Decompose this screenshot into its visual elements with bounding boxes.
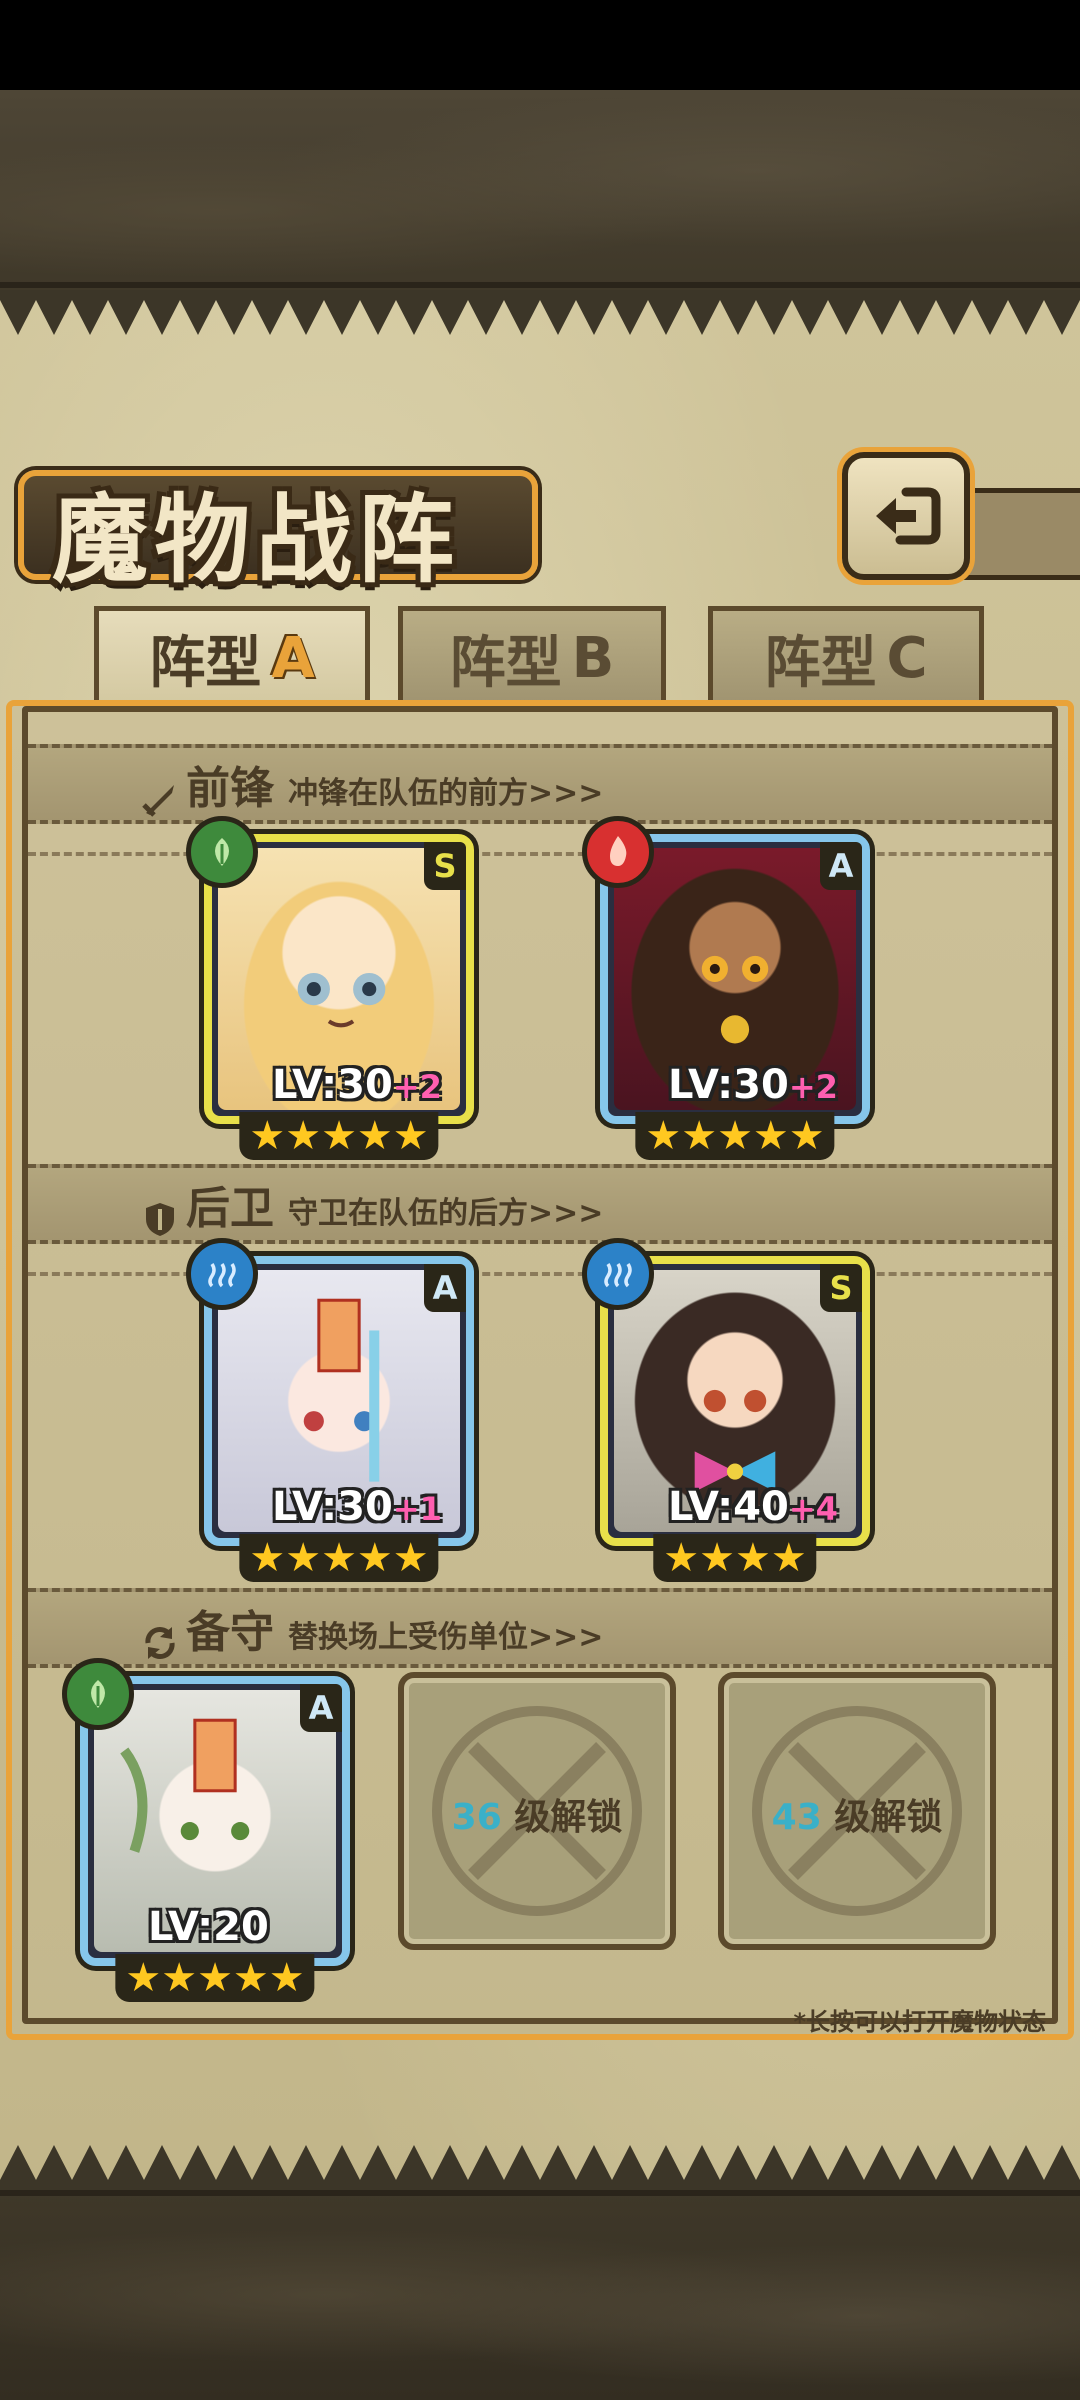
star-rating: ★★★★ xyxy=(653,1534,817,1582)
map-background-bottom xyxy=(0,2190,1080,2400)
level-bonus: +4 xyxy=(788,1490,838,1528)
panel-edge-top xyxy=(0,290,1080,335)
slot-guide xyxy=(28,852,1052,858)
sword-icon xyxy=(142,784,174,817)
tab-formation-a[interactable]: 阵型 A xyxy=(94,606,370,706)
back-arrow-icon xyxy=(876,487,941,545)
map-background-top xyxy=(0,90,1080,290)
unit-level: LV:40+4 xyxy=(668,1484,838,1530)
tab-letter: A xyxy=(271,626,315,691)
rank-badge: A xyxy=(300,1684,342,1732)
tab-label: 阵型 xyxy=(764,631,877,696)
rank-badge: A xyxy=(820,842,862,890)
locked-slot-1[interactable]: 36 级解锁 xyxy=(398,1672,676,1950)
water-element-icon xyxy=(186,1238,258,1310)
unit-level: LV:20 xyxy=(148,1904,269,1950)
unit-level: LV:30+2 xyxy=(272,1062,442,1108)
unit-card-reserve-1[interactable]: A LV:20 ★★★★★ xyxy=(62,1658,350,2002)
section-desc: 冲锋在队伍的前方>>> xyxy=(288,776,604,811)
slot-guide xyxy=(28,1272,1052,1278)
star-rating: ★★★★★ xyxy=(239,1534,439,1582)
unlock-requirement: 36 级解锁 xyxy=(451,1797,623,1838)
section-title: 备守 xyxy=(186,1607,274,1658)
divider xyxy=(0,2190,1080,2196)
tab-formation-c[interactable]: 阵型 C xyxy=(708,606,984,706)
nature-element-icon xyxy=(62,1658,134,1730)
tab-label: 阵型 xyxy=(449,631,562,696)
star-rating: ★★★★★ xyxy=(115,1954,315,2002)
section-desc: 替换场上受伤单位>>> xyxy=(288,1620,604,1655)
swap-icon xyxy=(145,1626,175,1659)
water-element-icon xyxy=(582,1238,654,1310)
status-bar xyxy=(0,0,1080,90)
section-title: 前锋 xyxy=(186,763,274,814)
long-press-hint: *长按可以打开魔物状态 xyxy=(793,2008,1046,2036)
panel-edge-bottom xyxy=(0,2145,1080,2190)
level-bonus: +1 xyxy=(392,1490,442,1528)
tab-letter: C xyxy=(886,626,928,691)
tab-label: 阵型 xyxy=(149,631,262,696)
back-button[interactable] xyxy=(842,452,970,580)
level-bonus: +2 xyxy=(392,1068,442,1106)
unlock-requirement: 43 级解锁 xyxy=(771,1797,943,1838)
unit-card-back-2[interactable]: S LV:40+4 ★★★★ xyxy=(582,1238,870,1582)
unit-card-front-1[interactable]: S LV:30+2 ★★★★★ xyxy=(186,816,474,1160)
unit-level: LV:30+1 xyxy=(272,1484,442,1530)
locked-slot-2[interactable]: 43 级解锁 xyxy=(718,1672,996,1950)
tab-formation-b[interactable]: 阵型 B xyxy=(398,606,666,706)
tab-letter: B xyxy=(571,626,615,691)
unit-level: LV:30+2 xyxy=(668,1062,838,1108)
section-header-back: 后卫 守卫在队伍的后方>>> xyxy=(140,1172,603,1239)
section-header-reserve: 备守 替换场上受伤单位>>> xyxy=(140,1596,603,1663)
rank-badge: A xyxy=(424,1264,466,1312)
level-bonus: +2 xyxy=(788,1068,838,1106)
star-rating: ★★★★★ xyxy=(239,1112,439,1160)
page-title: 魔物战阵 xyxy=(52,484,460,596)
section-title: 后卫 xyxy=(186,1183,274,1234)
fire-element-icon xyxy=(582,816,654,888)
rank-badge: S xyxy=(424,842,466,890)
section-header-front: 前锋 冲锋在队伍的前方>>> xyxy=(140,752,603,819)
divider xyxy=(0,282,1080,288)
shield-icon xyxy=(146,1202,174,1236)
back-button-tail xyxy=(960,488,1080,580)
section-desc: 守卫在队伍的后方>>> xyxy=(288,1196,604,1231)
nature-element-icon xyxy=(186,816,258,888)
unit-card-back-1[interactable]: A LV:30+1 ★★★★★ xyxy=(186,1238,474,1582)
unit-card-front-2[interactable]: A LV:30+2 ★★★★★ xyxy=(582,816,870,1160)
rank-badge: S xyxy=(820,1264,862,1312)
star-rating: ★★★★★ xyxy=(635,1112,835,1160)
